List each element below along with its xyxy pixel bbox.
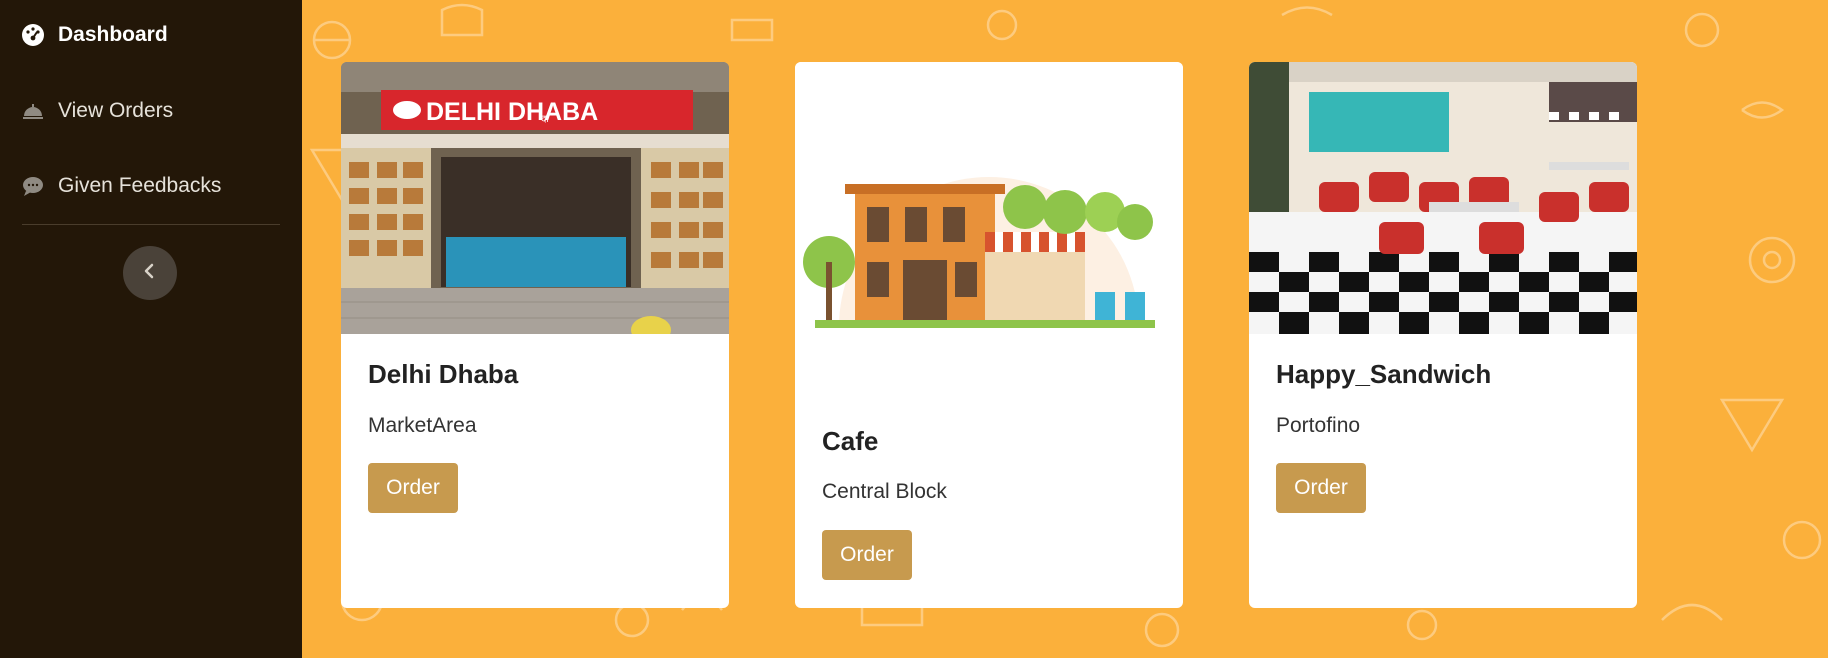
restaurant-name: Happy_Sandwich	[1276, 359, 1492, 389]
sidebar-item-label: Dashboard	[58, 23, 168, 46]
restaurant-location: Central Block	[822, 480, 947, 503]
chat-bubble-icon	[20, 173, 46, 199]
restaurant-photo	[1249, 62, 1637, 334]
dashboard-gauge-icon	[20, 22, 46, 48]
restaurant-card: Cafe Central Block Order	[795, 62, 1183, 608]
order-button[interactable]: Order	[1276, 463, 1366, 513]
sign-small-text: दा	[541, 114, 549, 125]
order-button[interactable]: Order	[368, 463, 458, 513]
chevron-left-icon	[141, 262, 159, 285]
order-button[interactable]: Order	[822, 530, 912, 580]
sign-text: DELHI DHABA	[426, 98, 598, 126]
sidebar: Dashboard View Orders Given Feedbacks	[0, 0, 302, 658]
sidebar-item-dashboard[interactable]: Dashboard	[20, 22, 168, 48]
main-content: DELHI DHABA दा Delhi Dhaba MarketArea Or…	[302, 0, 1828, 658]
sidebar-divider	[22, 224, 280, 225]
restaurant-illustration	[795, 62, 1183, 334]
restaurant-location: MarketArea	[368, 414, 477, 437]
restaurant-card: Happy_Sandwich Portofino Order	[1249, 62, 1637, 608]
restaurant-photo: DELHI DHABA दा	[341, 62, 729, 334]
cloche-icon	[20, 98, 46, 124]
restaurant-location: Portofino	[1276, 414, 1361, 437]
restaurant-name: Delhi Dhaba	[368, 359, 519, 389]
restaurant-card: DELHI DHABA दा Delhi Dhaba MarketArea Or…	[341, 62, 729, 608]
sidebar-item-given-feedbacks[interactable]: Given Feedbacks	[20, 173, 221, 199]
restaurant-name: Cafe	[822, 426, 879, 456]
sidebar-item-view-orders[interactable]: View Orders	[20, 98, 173, 124]
sidebar-item-label: View Orders	[58, 99, 174, 122]
sidebar-item-label: Given Feedbacks	[58, 174, 222, 197]
sidebar-collapse-button[interactable]	[123, 246, 177, 300]
